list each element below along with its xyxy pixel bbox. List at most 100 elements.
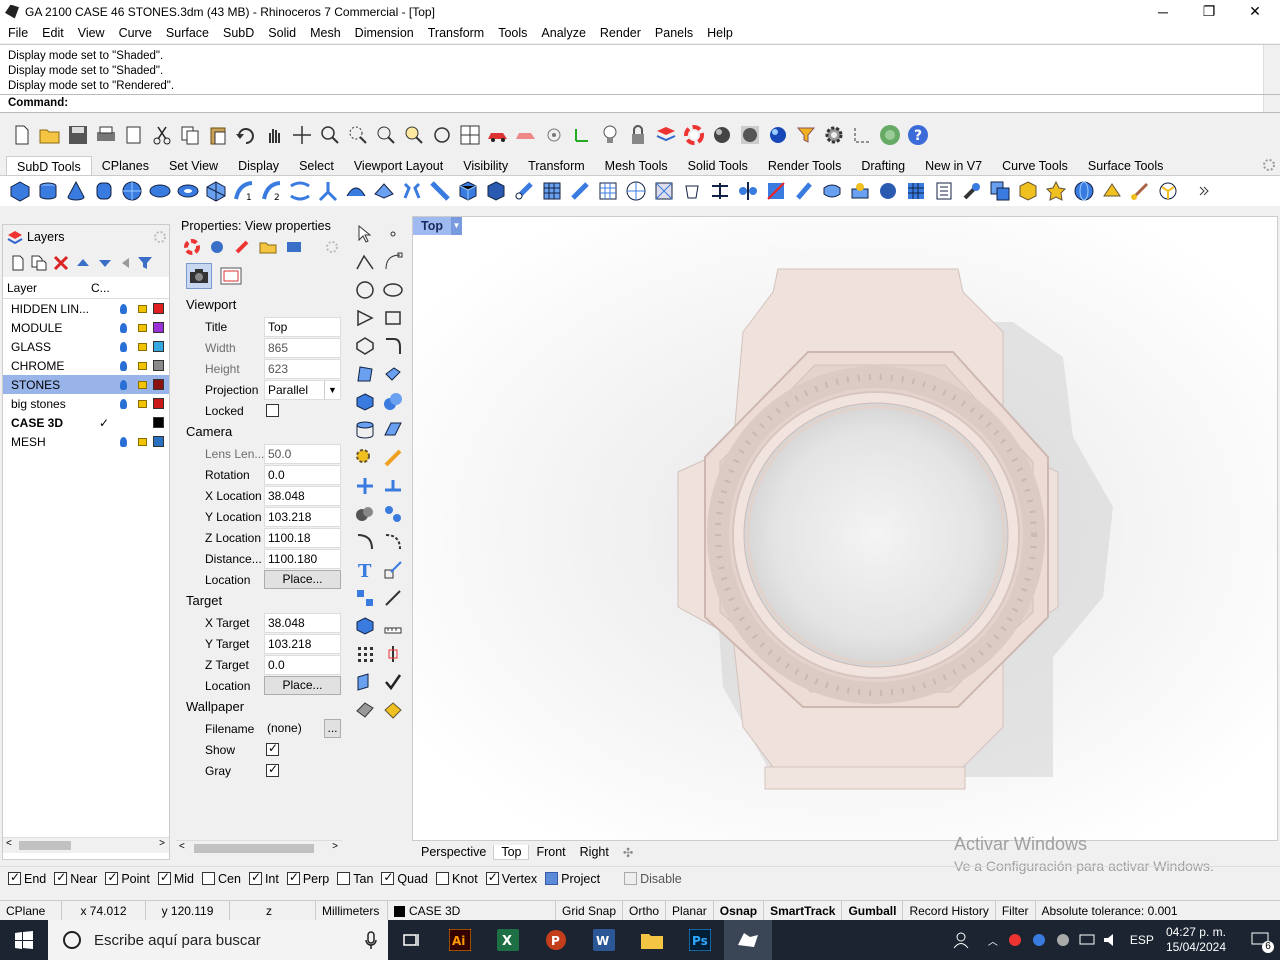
browse-wallpaper-button[interactable]: ... (324, 719, 341, 738)
text-icon[interactable]: T (353, 558, 377, 582)
layer-row[interactable]: big stones (3, 394, 169, 413)
zoom-icon[interactable] (318, 123, 342, 147)
tab-right[interactable]: Right (573, 845, 616, 859)
select-filter-icon[interactable] (794, 123, 818, 147)
subd-sphere-icon[interactable] (120, 179, 144, 203)
layer-row[interactable]: MODULE (3, 318, 169, 337)
subd-align-icon[interactable] (708, 179, 732, 203)
point-icon[interactable] (381, 222, 405, 246)
zoom-selected-icon[interactable] (402, 123, 426, 147)
material-sphere-icon[interactable] (710, 123, 734, 147)
subd-symmetry-icon[interactable] (736, 179, 760, 203)
ellipse-icon[interactable] (381, 278, 405, 302)
move-layer-down-icon[interactable] (97, 255, 113, 271)
viewport-frame-icon[interactable] (218, 263, 244, 289)
zoom-extents-icon[interactable] (374, 123, 398, 147)
subd-revolve-icon[interactable] (344, 179, 368, 203)
osnap-vertex[interactable]: Vertex (485, 870, 537, 886)
pan-hand-icon[interactable] (262, 123, 286, 147)
osnap-int[interactable]: Int (248, 870, 279, 886)
osnap-checkbox[interactable] (54, 870, 68, 885)
subd-patch-icon[interactable] (372, 179, 396, 203)
subd-grid1-icon[interactable] (540, 179, 564, 203)
x-target-field[interactable]: 38.048 (264, 612, 341, 633)
subd-pipe-icon[interactable] (316, 179, 340, 203)
subd-ellipsoid-icon[interactable] (148, 179, 172, 203)
tab-front[interactable]: Front (529, 845, 572, 859)
layer-color-swatch[interactable] (153, 379, 164, 390)
check-icon[interactable] (381, 670, 405, 694)
subd-cylinder-icon[interactable] (36, 179, 60, 203)
menu-dimension[interactable]: Dimension (347, 26, 420, 40)
car-icon[interactable] (486, 123, 510, 147)
subd-grid5-icon[interactable] (904, 179, 928, 203)
layer-row[interactable]: CHROME (3, 356, 169, 375)
rotate-view-icon[interactable] (290, 123, 314, 147)
panel-gear-icon[interactable] (153, 230, 167, 244)
subd-delete-icon[interactable] (764, 179, 788, 203)
open-folder-icon[interactable] (38, 123, 62, 147)
visibility-bulb-icon[interactable] (120, 436, 127, 447)
y-target-field[interactable]: 103.218 (264, 633, 341, 654)
visibility-bulb-icon[interactable] (120, 398, 127, 409)
layer-color-swatch[interactable] (153, 436, 164, 447)
tab-perspective[interactable]: Perspective (414, 845, 493, 859)
osnap-cen[interactable]: Cen (202, 872, 241, 886)
render-sphere-icon[interactable] (738, 123, 762, 147)
menu-file[interactable]: File (0, 26, 34, 40)
visibility-bulb-icon[interactable] (120, 303, 127, 314)
new-file-icon[interactable] (10, 123, 34, 147)
menu-surface[interactable]: Surface (158, 26, 215, 40)
lock-icon[interactable] (138, 342, 147, 351)
tab-transform[interactable]: Transform (518, 156, 595, 175)
texture-tab-icon[interactable] (286, 239, 302, 255)
circle-icon[interactable] (353, 278, 377, 302)
cut-icon[interactable] (150, 123, 174, 147)
mesh-plane-icon[interactable] (381, 418, 405, 442)
subd-list-icon[interactable] (932, 179, 956, 203)
cplane-indicator[interactable]: CPlane (0, 900, 62, 922)
lock-icon[interactable] (138, 380, 147, 389)
chevron-down-icon[interactable]: ▼ (324, 380, 340, 399)
layer-color-swatch[interactable] (153, 341, 164, 352)
subd-bridge-icon[interactable] (400, 179, 424, 203)
rotation-field[interactable]: 0.0 (264, 464, 341, 485)
grid-snap-toggle[interactable]: Grid Snap (556, 900, 624, 922)
osnap-project[interactable]: Project (545, 872, 600, 886)
command-scrollbar[interactable] (1263, 95, 1280, 112)
osnap-disable[interactable]: Disable (624, 872, 682, 886)
curve-cv-icon[interactable] (381, 250, 405, 274)
subd-wrench-icon[interactable] (960, 179, 984, 203)
layer-name[interactable]: HIDDEN LIN... (3, 302, 91, 316)
history-scrollbar[interactable] (1263, 45, 1280, 94)
subd-grid4-icon[interactable] (652, 179, 676, 203)
subd-dup-icon[interactable] (988, 179, 1012, 203)
boolean-union-icon[interactable] (353, 502, 377, 526)
extrude-curve-icon[interactable] (381, 362, 405, 386)
props-gear-icon[interactable] (325, 240, 339, 254)
render-object-icon[interactable] (381, 698, 405, 722)
input-language[interactable]: ESP (1130, 933, 1154, 947)
visibility-bulb-icon[interactable] (120, 379, 127, 390)
viewport-top[interactable] (412, 216, 1278, 841)
undo-view-icon[interactable] (430, 123, 454, 147)
blend-icon[interactable] (381, 530, 405, 554)
rectangle-icon[interactable] (381, 306, 405, 330)
volume-icon[interactable] (1102, 932, 1120, 948)
tab-display[interactable]: Display (228, 156, 289, 175)
tab-top[interactable]: Top (493, 844, 530, 860)
subd-cylinder2-icon[interactable] (92, 179, 116, 203)
units-display[interactable]: Millimeters (316, 900, 388, 922)
layer-color-swatch[interactable] (153, 303, 164, 314)
subd-cube2-icon[interactable] (484, 179, 508, 203)
y-location-field[interactable]: 103.218 (264, 506, 341, 527)
tab-surface-tools[interactable]: Surface Tools (1078, 156, 1174, 175)
layer-color-swatch[interactable] (153, 360, 164, 371)
subd-stretch-icon[interactable] (792, 179, 816, 203)
osnap-checkbox[interactable] (8, 870, 21, 885)
lock-icon[interactable] (138, 361, 147, 370)
subd-join-icon[interactable] (568, 179, 592, 203)
layer-row[interactable]: MESH (3, 432, 169, 451)
subd-sweep1-icon[interactable]: 1 (232, 179, 256, 203)
osnap-checkbox[interactable] (286, 870, 300, 885)
